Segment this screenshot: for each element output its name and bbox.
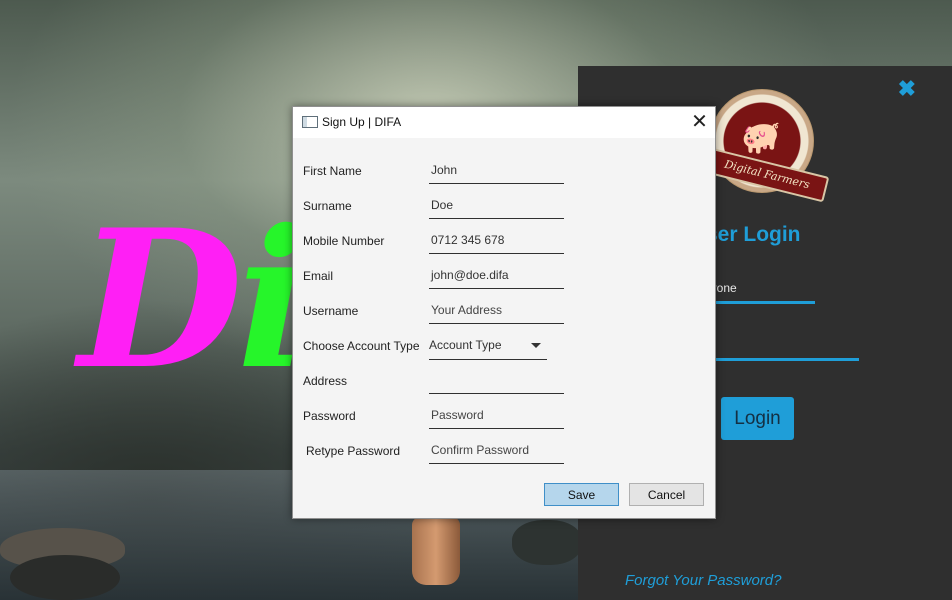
login-title: ser Login [706,223,801,246]
close-icon[interactable]: ✖ [898,76,916,102]
address-input[interactable] [429,366,564,394]
email-input[interactable]: john@doe.difa [429,261,564,289]
username-input[interactable]: Your Address [429,296,564,324]
brand-script-text: Di [78,205,309,395]
email-label: Email [303,269,334,283]
first-name-input[interactable]: John [429,156,564,184]
first-name-label: First Name [303,164,362,178]
address-label: Address [303,374,348,388]
retype-password-input[interactable]: Confirm Password [429,436,564,464]
account-type-value: Account Type [429,338,502,352]
background-rock [10,555,120,600]
brand-letter-d: D [78,188,243,411]
background-person [412,517,460,585]
retype-password-label: Retype Password [306,444,401,458]
dialog-title: Sign Up | DIFA [322,115,402,129]
save-button[interactable]: Save [544,483,619,506]
login-username-field[interactable]: erone [706,279,815,304]
account-type-row: Choose Account Type Account Type [303,331,703,361]
account-type-select[interactable]: Account Type [429,331,547,360]
surname-input[interactable]: Doe [429,191,564,219]
close-icon[interactable]: ✕ [684,107,715,138]
password-input[interactable]: Password [429,401,564,429]
login-password-field[interactable]: • [706,336,859,361]
first-name-row: First Name John [303,156,703,186]
surname-label: Surname [303,199,352,213]
pig-icon: 🐖 [741,119,781,155]
app-window-icon [302,116,318,128]
username-row: Username Your Address [303,296,703,326]
address-row: Address [303,366,703,396]
mobile-input[interactable]: 0712 345 678 [429,226,564,254]
username-label: Username [303,304,359,318]
mobile-label: Mobile Number [303,234,385,248]
account-type-label: Choose Account Type [303,339,420,353]
email-row: Email john@doe.difa [303,261,703,291]
signup-dialog: Sign Up | DIFA ✕ First Name John Surname… [292,106,716,519]
mobile-row: Mobile Number 0712 345 678 [303,226,703,256]
forgot-password-link[interactable]: Forgot Your Password? [625,572,781,589]
retype-password-row: Retype Password Confirm Password [303,436,703,466]
surname-row: Surname Doe [303,191,703,221]
login-button[interactable]: Login [721,397,794,440]
password-label: Password [303,409,356,423]
background-rock [512,520,582,565]
chevron-down-icon [531,343,541,348]
cancel-button[interactable]: Cancel [629,483,704,506]
password-row: Password Password [303,401,703,431]
dialog-titlebar[interactable]: Sign Up | DIFA ✕ [293,107,715,138]
